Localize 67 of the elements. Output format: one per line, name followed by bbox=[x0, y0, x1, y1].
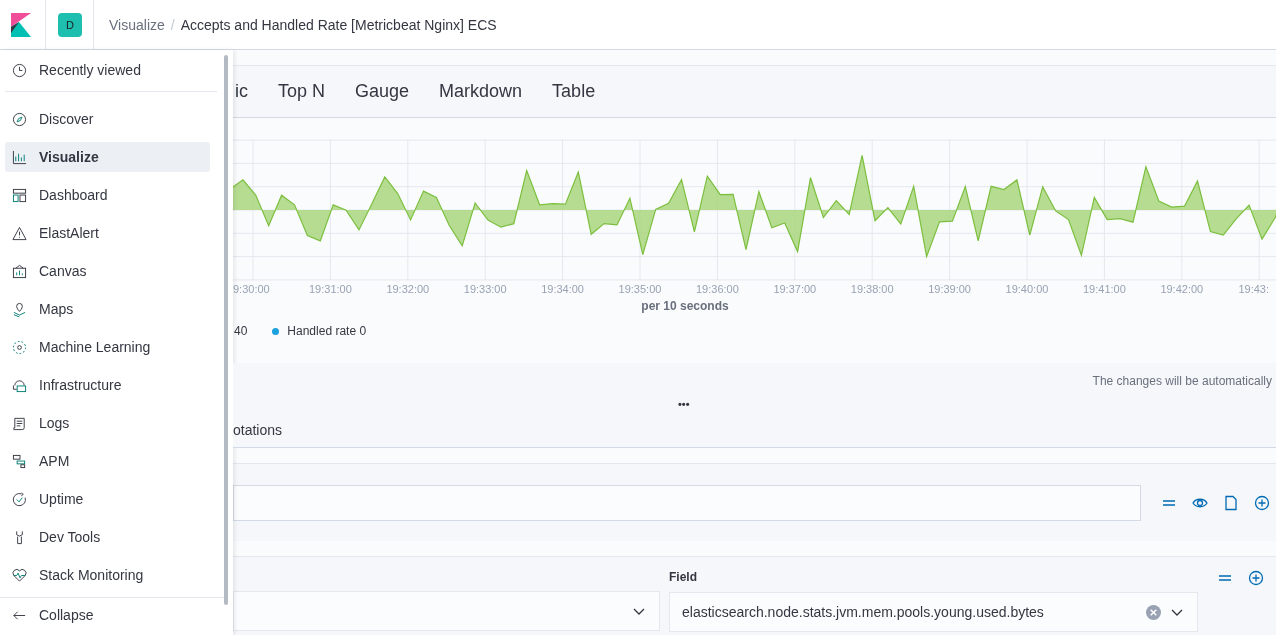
more-button[interactable]: ••• bbox=[678, 398, 690, 410]
check-circle-icon bbox=[12, 491, 27, 507]
nav-item[interactable]: Machine Learning bbox=[5, 332, 210, 362]
add-icon[interactable] bbox=[1248, 570, 1264, 586]
space-avatar[interactable]: D bbox=[58, 12, 82, 37]
axis-tick-label: 19:37:00 bbox=[773, 283, 817, 295]
field-select[interactable]: elasticsearch.node.stats.jvm.mem.pools.young.used.bytes bbox=[669, 592, 1198, 632]
chart-type-tab[interactable]: Table bbox=[552, 81, 596, 102]
nav-item[interactable]: Dashboard bbox=[5, 180, 210, 210]
chart-type-tab[interactable]: Gauge bbox=[355, 81, 410, 102]
breadcrumb[interactable]: Visualize bbox=[109, 16, 165, 33]
clock-icon bbox=[12, 62, 27, 78]
axis-tick-label: 19:34:00 bbox=[541, 283, 584, 295]
nav-item[interactable]: Maps bbox=[5, 294, 210, 324]
axis-tick-label: 19:33:00 bbox=[463, 283, 507, 295]
breadcrumb-separator: / bbox=[170, 16, 175, 33]
axis-tick-label: 19:35:00 bbox=[618, 283, 662, 295]
nav-item[interactable]: Dev Tools bbox=[5, 522, 210, 552]
compass-icon bbox=[12, 111, 27, 127]
chart-type-tab[interactable]: ic bbox=[235, 81, 248, 102]
server-icon bbox=[12, 377, 27, 393]
legend-label[interactable]: 40 bbox=[234, 324, 248, 338]
axis-tick-label: 9:30:00 bbox=[233, 283, 270, 295]
nav-item[interactable]: Logs bbox=[5, 408, 210, 438]
scrollbar[interactable] bbox=[224, 55, 228, 605]
dashboard-icon bbox=[12, 187, 27, 203]
chart-type-tab[interactable]: Top N bbox=[278, 81, 326, 102]
nav-item[interactable]: Visualize bbox=[5, 142, 210, 172]
nav-item[interactable]: Infrastructure bbox=[5, 370, 210, 400]
dotted-circle-icon bbox=[12, 339, 27, 355]
autosave-note: The changes will be automatically bbox=[1092, 374, 1272, 388]
axis-tick-label: 19:43: bbox=[1238, 283, 1269, 295]
logo-icon[interactable] bbox=[11, 12, 31, 37]
axis-tick-label: 19:38:00 bbox=[850, 283, 894, 295]
nav-item[interactable]: Canvas bbox=[5, 256, 210, 286]
document-icon bbox=[12, 415, 27, 431]
axis-tick-label: 19:32:00 bbox=[386, 283, 430, 295]
axis-tick-label: 19:31:00 bbox=[309, 283, 352, 295]
warning-icon bbox=[12, 225, 27, 241]
breadcrumb[interactable]: Accepts and Handled Rate [Metricbeat Nginx] ECS bbox=[180, 16, 497, 33]
legend-label[interactable]: Handled rate 0 bbox=[287, 324, 367, 338]
nav-item[interactable]: Discover bbox=[5, 104, 210, 134]
linked-boxes-icon bbox=[12, 453, 27, 469]
editor-tab[interactable]: otations bbox=[233, 422, 283, 438]
map-pin-icon bbox=[12, 301, 27, 317]
chart-type-tab[interactable]: Markdown bbox=[439, 81, 523, 102]
collapse-button[interactable]: Collapse bbox=[5, 602, 210, 628]
axis-tick-label: 19:41:00 bbox=[1083, 283, 1126, 295]
select-field[interactable] bbox=[233, 591, 660, 631]
input-field[interactable] bbox=[233, 484, 1141, 521]
axis-tick-label: 19:42:00 bbox=[1160, 283, 1204, 295]
canvas-icon bbox=[12, 263, 27, 279]
field-label: Field bbox=[669, 570, 698, 584]
bar-chart-icon bbox=[12, 149, 27, 165]
nav-item[interactable]: Stack Monitoring bbox=[5, 560, 210, 590]
copy-icon[interactable] bbox=[1223, 494, 1239, 511]
axis-tick-label: 19:40:00 bbox=[1005, 283, 1049, 295]
axis-tick-label: 19:36:00 bbox=[696, 283, 739, 295]
nav-item[interactable]: ElastAlert bbox=[5, 218, 210, 248]
add-icon[interactable] bbox=[1254, 494, 1270, 511]
clear-icon[interactable] bbox=[1146, 604, 1161, 620]
nav-item[interactable]: APM bbox=[5, 446, 210, 476]
axis-tick-label: 19:39:00 bbox=[928, 283, 971, 295]
nav-item[interactable]: Recently viewed bbox=[5, 55, 210, 85]
heart-pulse-icon bbox=[12, 567, 27, 583]
axis-title: per 10 seconds bbox=[641, 299, 729, 313]
nav-item[interactable]: Uptime bbox=[5, 484, 210, 514]
